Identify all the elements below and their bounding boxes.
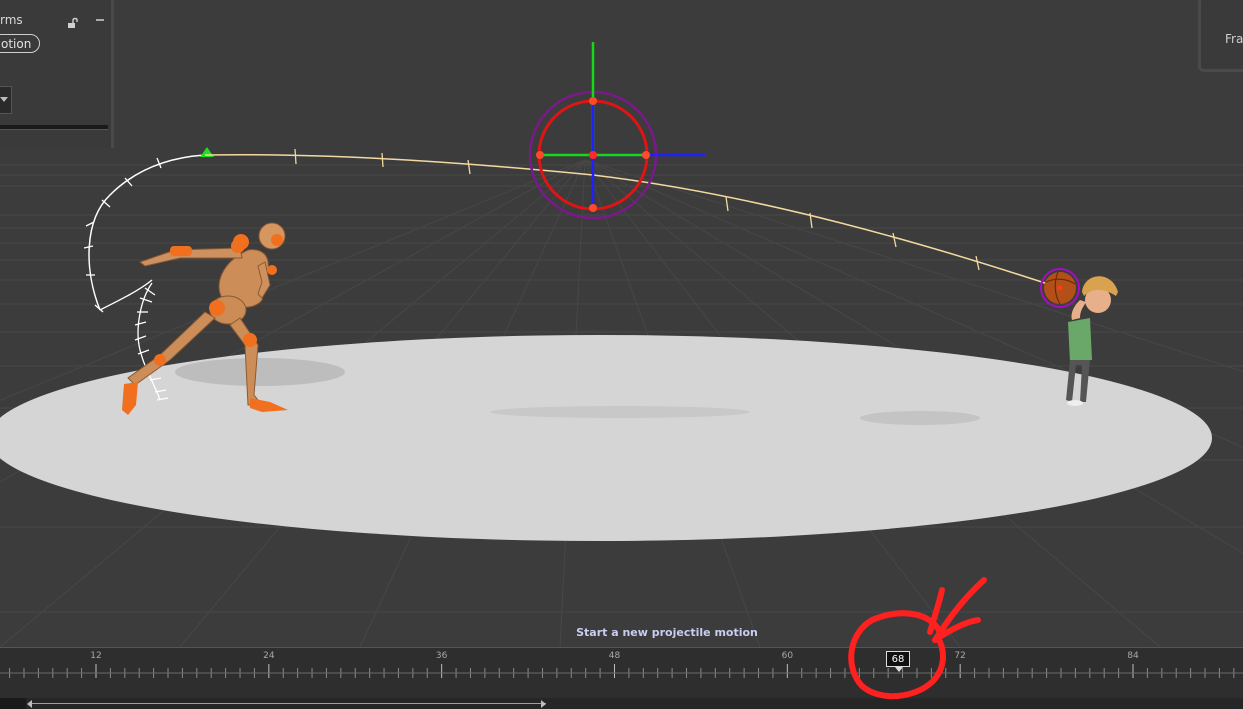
3d-viewport[interactable]: [0, 0, 1243, 647]
chevron-down-icon: [0, 97, 8, 102]
transforms-panel: rms otion: [0, 0, 114, 148]
slider-track[interactable]: [0, 125, 108, 130]
current-frame-badge[interactable]: 68: [886, 651, 910, 667]
timeline-tick-label: 36: [435, 651, 448, 661]
ball-shadow: [490, 406, 750, 418]
range-bar[interactable]: [0, 698, 1243, 709]
timeline[interactable]: 12 24 36 48 60 72 84 68: [0, 647, 1243, 709]
range-start-block: [0, 698, 26, 709]
projectile-motion-button[interactable]: otion: [0, 34, 41, 53]
timeline-tick-label: 60: [781, 651, 794, 661]
range-end-handle[interactable]: [541, 700, 546, 708]
frame-panel: Fra: [1198, 0, 1243, 72]
timeline-tick-label: 48: [608, 651, 621, 661]
unlock-icon[interactable]: [67, 14, 79, 28]
timeline-tick-label: 84: [1127, 651, 1139, 661]
timeline-tick-label: 72: [954, 651, 966, 661]
frame-panel-label: Fra: [1225, 32, 1243, 46]
character-shadow: [860, 411, 980, 425]
timeline-ruler[interactable]: [0, 648, 1243, 698]
status-message: Start a new projectile motion: [576, 626, 758, 639]
character-shadow: [175, 358, 345, 386]
panel-title: rms: [0, 13, 23, 27]
range-track[interactable]: [30, 703, 546, 704]
app-window: rms otion Fra Start a new projectile mot…: [0, 0, 1243, 709]
ball[interactable]: [1040, 268, 1080, 308]
dropdown-button[interactable]: [0, 86, 12, 114]
timeline-tick-label: 24: [263, 651, 275, 661]
ground-disc: [0, 335, 1212, 541]
playhead-pointer-icon: [895, 667, 903, 672]
minimize-icon[interactable]: [94, 13, 106, 25]
timeline-tick-label: 12: [90, 651, 102, 661]
range-start-handle[interactable]: [27, 700, 32, 708]
